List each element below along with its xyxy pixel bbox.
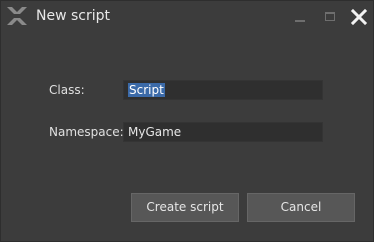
maximize-icon[interactable] [320,7,340,27]
class-label: Class: [49,83,85,97]
title-bar[interactable]: New script [1,1,373,33]
class-input-value: Script [128,83,165,97]
namespace-input[interactable]: MyGame [123,122,323,142]
flax-logo-icon [6,6,28,26]
namespace-label: Namespace: [49,125,124,139]
namespace-input-value: MyGame [128,125,182,139]
minimize-icon[interactable] [290,7,310,27]
new-script-dialog: New script Class: Script Namespace: MyGa… [0,0,374,242]
window-title: New script [36,8,110,24]
create-script-button[interactable]: Create script [131,193,239,222]
cancel-button[interactable]: Cancel [247,193,355,222]
class-input[interactable]: Script [123,80,323,100]
close-icon[interactable] [349,7,369,27]
